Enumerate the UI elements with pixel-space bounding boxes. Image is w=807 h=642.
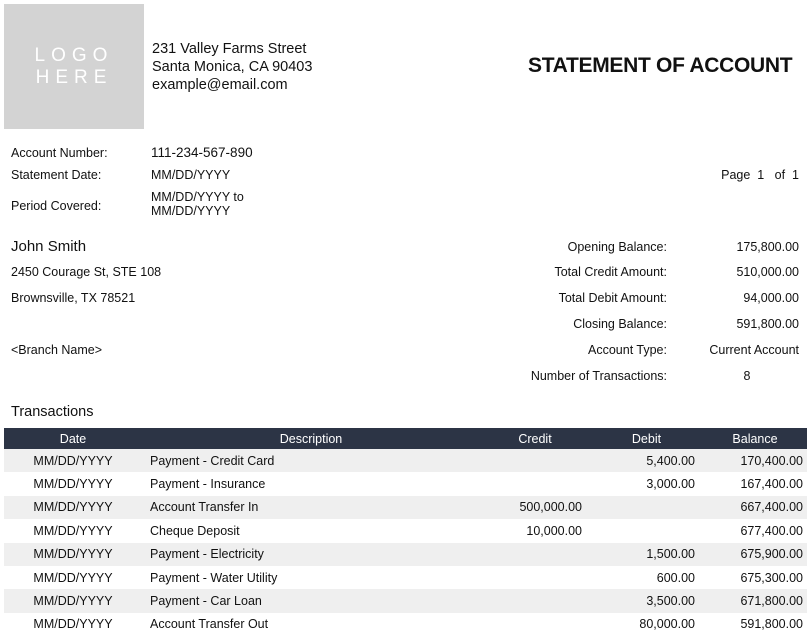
cell-debit: 80,000.00	[639, 617, 695, 632]
summary-value: 591,800.00	[736, 317, 799, 331]
cell-debit: 3,000.00	[646, 477, 695, 492]
cell-credit	[480, 449, 590, 472]
cell-balance: 675,300.00	[740, 570, 803, 585]
cell-debit	[590, 496, 703, 519]
summary-value: 510,000.00	[736, 265, 799, 279]
cell-credit	[480, 589, 590, 612]
table-row: MM/DD/YYYY Payment - Insurance 3,000.00 …	[4, 472, 807, 496]
page-of-label: of	[774, 168, 786, 182]
summary-value: 175,800.00	[736, 240, 799, 254]
cell-credit: 500,000.00	[519, 500, 582, 515]
cell-description: Payment - Electricity	[150, 547, 264, 562]
summary-label: Total Debit Amount:	[558, 291, 667, 305]
table-row: MM/DD/YYYY Payment - Electricity 1,500.0…	[4, 542, 807, 566]
cell-description: Payment - Credit Card	[150, 453, 275, 468]
summary-value: 94,000.00	[743, 291, 799, 305]
cell-date: MM/DD/YYYY	[33, 500, 113, 515]
page-indicator: Page 1 of 1	[721, 168, 799, 182]
cell-credit	[480, 543, 590, 566]
table-row: MM/DD/YYYY Account Transfer Out 80,000.0…	[4, 612, 807, 637]
cell-balance: 671,800.00	[740, 594, 803, 609]
cell-date: MM/DD/YYYY	[33, 453, 113, 468]
summary-label: Opening Balance:	[567, 240, 667, 254]
cell-date: MM/DD/YYYY	[33, 523, 113, 538]
logo-text-line1: LOGO	[34, 44, 114, 66]
cell-balance: 675,900.00	[740, 547, 803, 562]
company-address: 231 Valley Farms Street Santa Monica, CA…	[152, 40, 312, 94]
cell-date: MM/DD/YYYY	[33, 477, 113, 492]
customer-address-line1: 2450 Courage St, STE 108	[11, 265, 162, 279]
statement-date-label: Statement Date:	[11, 168, 102, 182]
cell-description: Payment - Water Utility	[150, 570, 278, 585]
summary-label: Closing Balance:	[573, 317, 667, 331]
cell-balance: 167,400.00	[740, 477, 803, 492]
account-number-label: Account Number:	[11, 146, 108, 160]
period-covered: MM/DD/YYYY to MM/DD/YYYY	[151, 190, 244, 218]
cell-credit	[480, 472, 590, 495]
cell-debit: 600.00	[656, 570, 695, 585]
column-header-credit: Credit	[518, 431, 552, 446]
cell-date: MM/DD/YYYY	[33, 547, 113, 562]
table-row: MM/DD/YYYY Account Transfer In 500,000.0…	[4, 495, 807, 520]
cell-description: Cheque Deposit	[150, 523, 240, 538]
cell-debit: 3,500.00	[646, 594, 695, 609]
summary-value: Current Account	[709, 343, 799, 357]
table-header-row: Date Description Credit Debit Balance	[4, 428, 807, 449]
cell-credit	[480, 566, 590, 589]
cell-balance: 170,400.00	[740, 453, 803, 468]
cell-description: Payment - Insurance	[150, 477, 266, 492]
cell-date: MM/DD/YYYY	[33, 594, 113, 609]
cell-balance: 667,400.00	[740, 500, 803, 515]
cell-description: Account Transfer In	[150, 500, 259, 515]
logo-placeholder: LOGO HERE	[4, 4, 144, 129]
cell-description: Payment - Car Loan	[150, 594, 262, 609]
logo-text-line2: HERE	[35, 66, 113, 88]
table-row: MM/DD/YYYY Payment - Car Loan 3,500.00 6…	[4, 589, 807, 613]
period-start: MM/DD/YYYY to	[151, 190, 244, 204]
table-row: MM/DD/YYYY Payment - Water Utility 600.0…	[4, 565, 807, 590]
company-street: 231 Valley Farms Street	[152, 41, 307, 57]
cell-debit: 5,400.00	[646, 453, 695, 468]
cell-debit	[590, 519, 703, 542]
cell-credit	[480, 613, 590, 636]
document-title: STATEMENT OF ACCOUNT	[528, 54, 793, 77]
cell-date: MM/DD/YYYY	[33, 570, 113, 585]
company-city: Santa Monica, CA 90403	[152, 59, 313, 75]
period-covered-label: Period Covered:	[11, 199, 102, 213]
transactions-table: Date Description Credit Debit Balance MM…	[4, 428, 807, 637]
page-label: Page	[721, 168, 751, 182]
table-row: MM/DD/YYYY Payment - Credit Card 5,400.0…	[4, 449, 807, 473]
account-number: 111-234-567-890	[151, 145, 253, 160]
customer-address-line2: Brownsville, TX 78521	[11, 291, 136, 305]
cell-credit: 10,000.00	[526, 523, 582, 538]
column-header-balance: Balance	[732, 431, 778, 446]
summary-label: Account Type:	[588, 343, 667, 357]
cell-balance: 677,400.00	[740, 523, 803, 538]
table-row: MM/DD/YYYY Cheque Deposit 10,000.00 677,…	[4, 519, 807, 543]
summary-label: Number of Transactions:	[530, 369, 667, 383]
column-header-description: Description	[279, 431, 343, 446]
branch-name: <Branch Name>	[11, 343, 103, 357]
statement-date: MM/DD/YYYY	[151, 168, 231, 182]
transactions-heading: Transactions	[11, 404, 94, 420]
customer-name: John Smith	[11, 238, 87, 255]
page-current: 1	[757, 168, 765, 182]
cell-balance: 591,800.00	[740, 617, 803, 632]
column-header-debit: Debit	[631, 431, 662, 446]
cell-description: Account Transfer Out	[150, 617, 269, 632]
page-total: 1	[792, 168, 799, 182]
summary-value: 8	[743, 369, 751, 383]
period-end: MM/DD/YYYY	[151, 204, 231, 218]
summary-label: Total Credit Amount:	[554, 265, 667, 279]
column-header-date: Date	[59, 431, 87, 446]
cell-debit: 1,500.00	[646, 547, 695, 562]
company-email: example@email.com	[152, 77, 288, 93]
cell-date: MM/DD/YYYY	[33, 617, 113, 632]
